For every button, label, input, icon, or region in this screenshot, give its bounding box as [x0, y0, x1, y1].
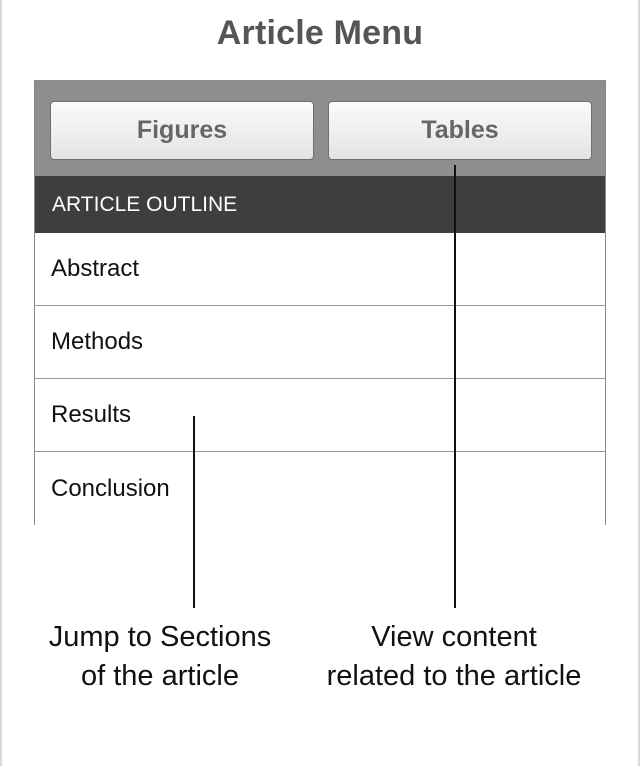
- sections-callout-line1: Jump to Sections: [48, 621, 272, 653]
- tables-callout-line1: View content: [371, 621, 537, 653]
- tables-callout: View content related to the article: [300, 618, 608, 696]
- outline-item-conclusion[interactable]: Conclusion: [35, 452, 605, 525]
- article-outline-header: ARTICLE OUTLINE: [35, 176, 605, 233]
- tables-callout-line2: related to the article: [326, 660, 582, 692]
- article-outline-list: Abstract Methods Results Conclusion: [35, 233, 605, 525]
- outline-item-abstract[interactable]: Abstract: [35, 233, 605, 306]
- tables-button[interactable]: Tables: [328, 101, 592, 160]
- outline-item-methods[interactable]: Methods: [35, 306, 605, 379]
- article-menu: Figures Tables ARTICLE OUTLINE Abstract …: [34, 80, 606, 525]
- page-title: Article Menu: [216, 14, 424, 52]
- sections-callout-line: [193, 416, 195, 608]
- sections-callout: Jump to Sections of the article: [20, 618, 300, 696]
- figures-button[interactable]: Figures: [50, 101, 314, 160]
- menu-toolbar: Figures Tables: [35, 81, 605, 176]
- sections-callout-line2: of the article: [81, 660, 239, 692]
- outline-item-results[interactable]: Results: [35, 379, 605, 452]
- tables-callout-line: [454, 165, 456, 608]
